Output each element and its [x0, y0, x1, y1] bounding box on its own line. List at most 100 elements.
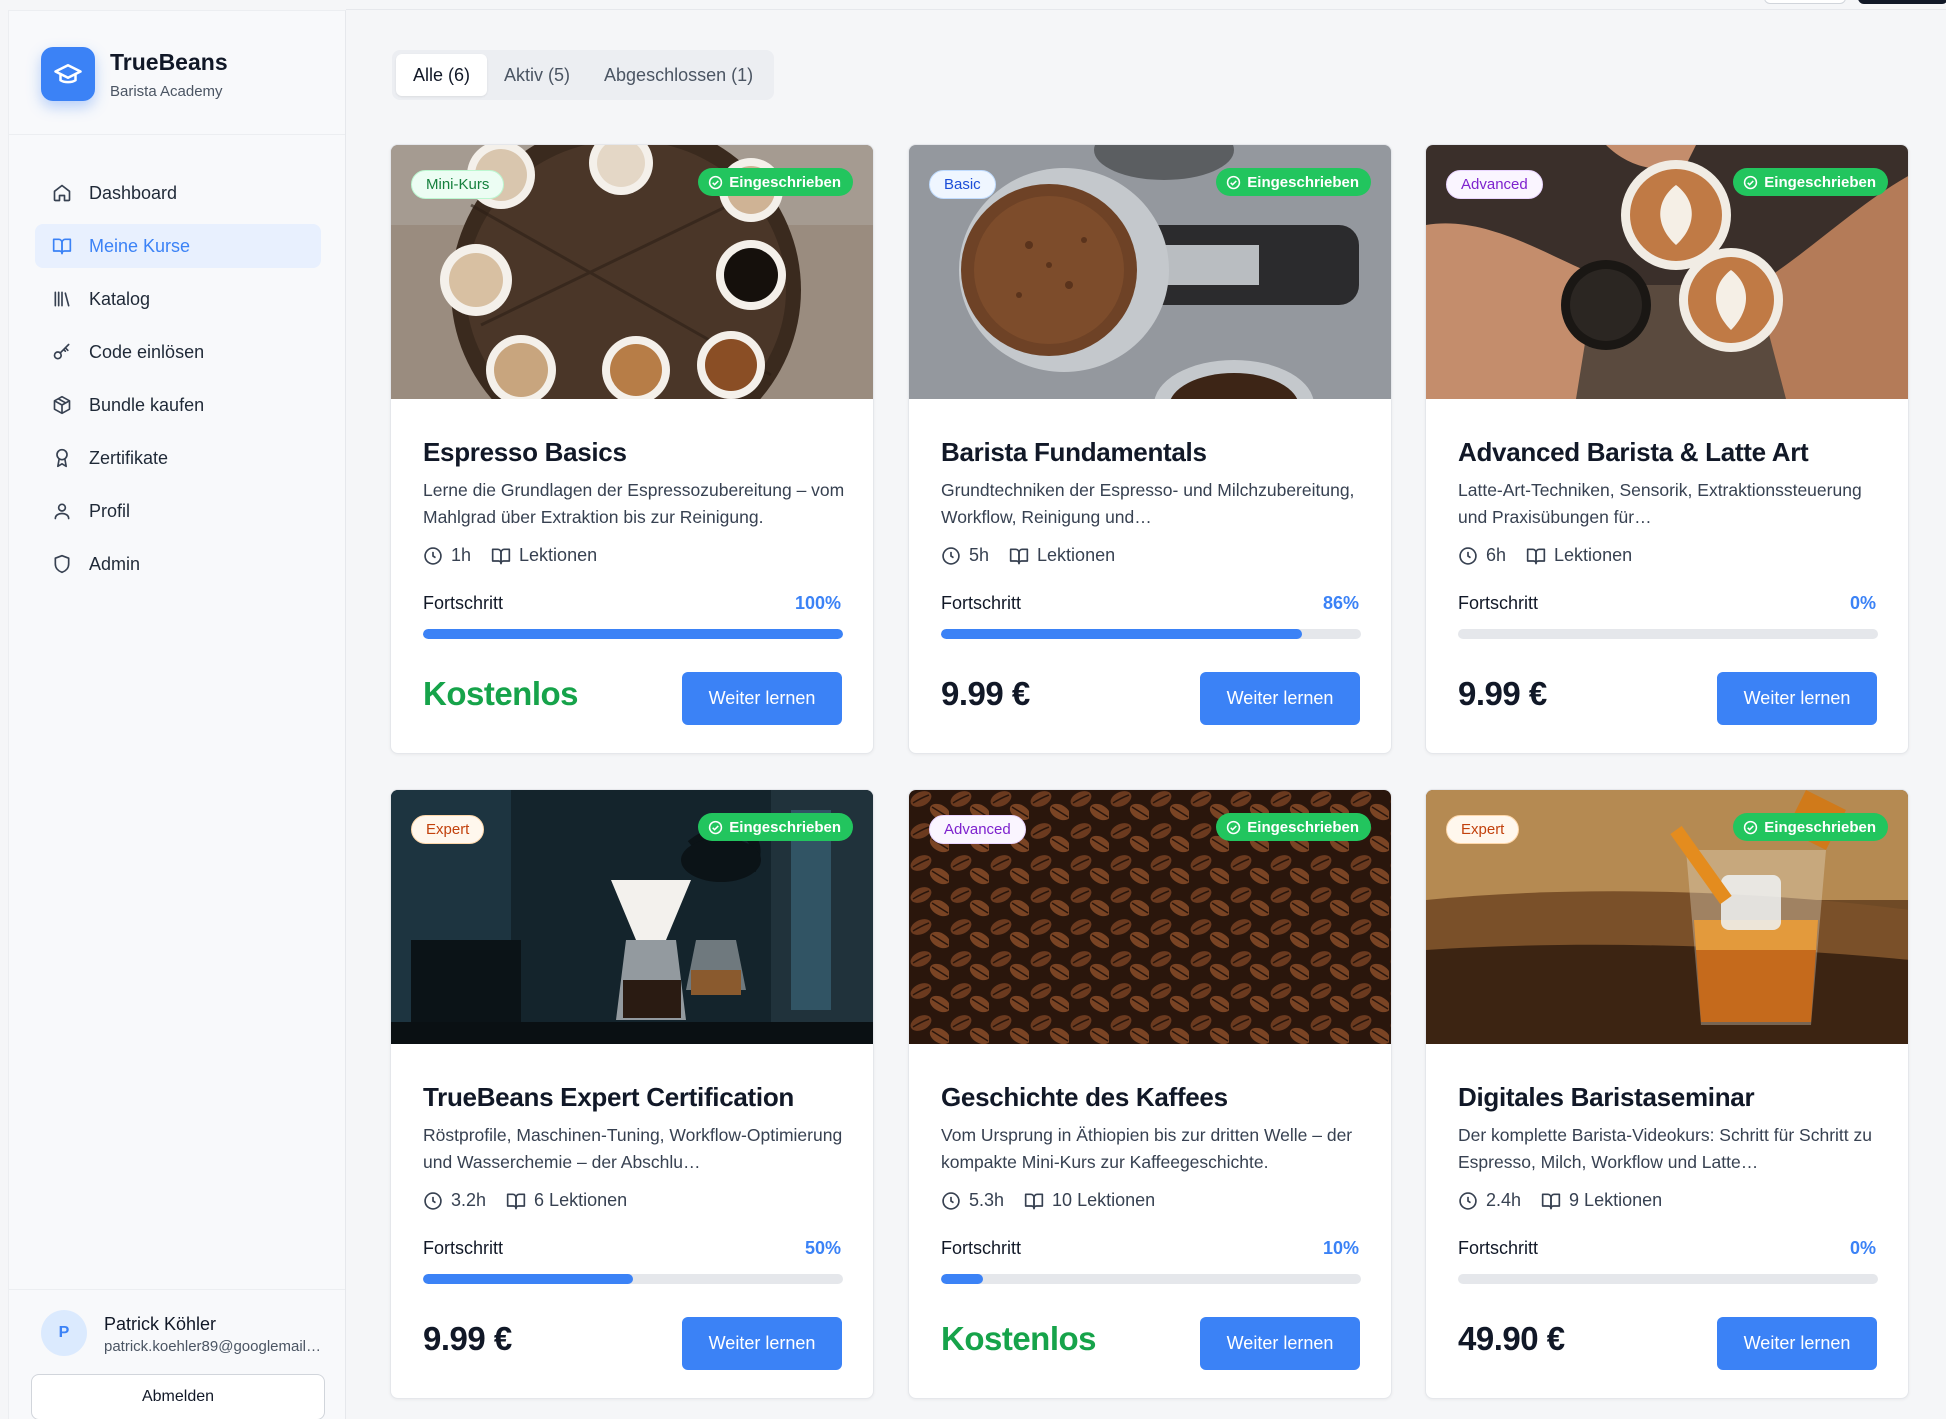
sidebar-item-admin[interactable]: Admin [35, 542, 321, 586]
book-open-icon [1024, 1193, 1044, 1209]
clock-icon [424, 1191, 442, 1210]
check-circle-icon [1744, 820, 1758, 834]
brand-header: TrueBeans Barista Academy [9, 11, 345, 135]
clock-icon [942, 546, 960, 565]
continue-learning-button[interactable]: Weiter lernen [1200, 672, 1360, 725]
tab-abgeschlossen[interactable]: Abgeschlossen (1) [587, 54, 770, 96]
level-badge: Advanced [929, 815, 1026, 844]
brand-title: TrueBeans [110, 49, 228, 75]
logout-button[interactable]: Abmelden [31, 1374, 325, 1419]
course-lessons: Lektionen [1554, 545, 1633, 565]
sidebar-item-dashboard[interactable]: Dashboard [35, 171, 321, 215]
check-circle-icon [1227, 175, 1241, 189]
course-card[interactable]: Expert Eingeschrieben TrueBeans Expert C… [390, 789, 874, 1399]
tab-alle[interactable]: Alle (6) [396, 54, 488, 96]
progress-fill [423, 629, 843, 639]
continue-learning-button[interactable]: Weiter lernen [682, 672, 842, 725]
continue-learning-button[interactable]: Weiter lernen [1200, 1317, 1360, 1370]
course-meta: 2.4h 9 Lektionen [1458, 1190, 1682, 1211]
sidebar-nav: Dashboard Meine Kurse Katalog Code einlö… [35, 171, 321, 595]
course-description: Grundtechniken der Espresso- und Milchzu… [941, 480, 1355, 527]
course-title[interactable]: Barista Fundamentals [941, 437, 1207, 468]
continue-learning-button[interactable]: Weiter lernen [1717, 672, 1877, 725]
course-price: Kostenlos [423, 675, 579, 712]
sidebar-item-meine-kurse[interactable]: Meine Kurse [35, 224, 321, 268]
enrolled-label: Eingeschrieben [1247, 173, 1359, 191]
course-description: Latte-Art-Techniken, Sensorik, Extraktio… [1458, 480, 1862, 527]
course-price: 9.99 € [1458, 675, 1547, 712]
course-lessons: Lektionen [519, 545, 598, 565]
level-badge: Mini-Kurs [411, 170, 505, 199]
sidebar-item-label: Zertifikate [89, 447, 169, 468]
user-panel: P Patrick Köhler patrick.koehler89@googl… [9, 1289, 345, 1419]
continue-learning-button[interactable]: Weiter lernen [682, 1317, 842, 1370]
progress-percent: 0% [1849, 593, 1876, 613]
enrolled-label: Eingeschrieben [1247, 818, 1359, 836]
progress-percent: 0% [1849, 1238, 1876, 1258]
enrolled-label: Eingeschrieben [729, 818, 841, 836]
progress-bar [941, 1274, 1361, 1284]
award-icon [51, 447, 73, 469]
book-open-icon [51, 235, 73, 257]
sidebar-item-bundle-kaufen[interactable]: Bundle kaufen [35, 383, 321, 427]
course-price: 49.90 € [1458, 1320, 1565, 1357]
tab-aktiv[interactable]: Aktiv (5) [487, 54, 587, 96]
sidebar-item-zertifikate[interactable]: Zertifikate [35, 436, 321, 480]
sidebar-item-profil[interactable]: Profil [35, 489, 321, 533]
book-open-icon [1526, 548, 1546, 564]
progress-label: Fortschritt [941, 593, 1022, 613]
top-button-secondary[interactable] [1764, 0, 1846, 4]
course-card[interactable]: Advanced Eingeschrieben Advanced Barista… [1425, 144, 1909, 754]
course-lessons: 10 Lektionen [1052, 1190, 1156, 1210]
book-open-icon [1009, 548, 1029, 564]
shield-icon [51, 553, 73, 575]
brand-subtitle: Barista Academy [110, 83, 223, 100]
sidebar-item-code-einloesen[interactable]: Code einlösen [35, 330, 321, 374]
course-title[interactable]: TrueBeans Expert Certification [423, 1082, 794, 1113]
progress-percent: 86% [1322, 593, 1359, 613]
progress-percent: 10% [1322, 1238, 1359, 1258]
course-lessons: 6 Lektionen [534, 1190, 628, 1210]
course-title[interactable]: Geschichte des Kaffees [941, 1082, 1228, 1113]
progress-bar [1458, 629, 1878, 639]
course-card[interactable]: Mini-Kurs Eingeschrieben Espresso Basics… [390, 144, 874, 754]
sidebar-item-label: Admin [89, 553, 141, 574]
avatar[interactable]: P [41, 1310, 87, 1356]
course-meta: 5h Lektionen [941, 545, 1135, 566]
progress-bar [423, 1274, 843, 1284]
sidebar-item-label: Meine Kurse [89, 235, 191, 256]
check-circle-icon [1744, 175, 1758, 189]
course-meta: 6h Lektionen [1458, 545, 1652, 566]
home-icon [51, 182, 73, 204]
course-duration: 3.2h [451, 1190, 487, 1210]
course-title[interactable]: Digitales Baristaseminar [1458, 1082, 1755, 1113]
course-card[interactable]: Advanced Eingeschrieben Geschichte des K… [908, 789, 1392, 1399]
progress-percent: 100% [794, 593, 841, 613]
course-duration: 2.4h [1486, 1190, 1522, 1210]
level-badge: Expert [1446, 815, 1520, 844]
course-card[interactable]: Expert Eingeschrieben Digitales Baristas… [1425, 789, 1909, 1399]
course-title[interactable]: Espresso Basics [423, 437, 627, 468]
check-circle-icon [709, 820, 723, 834]
course-duration: 5.3h [969, 1190, 1005, 1210]
progress-bar [941, 629, 1361, 639]
progress-bar [1458, 1274, 1878, 1284]
sidebar-item-label: Profil [89, 500, 131, 521]
user-email: patrick.koehler89@googlemail.com [104, 1338, 324, 1355]
key-icon [51, 341, 73, 363]
course-lessons: 9 Lektionen [1569, 1190, 1663, 1210]
course-title[interactable]: Advanced Barista & Latte Art [1458, 437, 1809, 468]
sidebar-item-katalog[interactable]: Katalog [35, 277, 321, 321]
continue-learning-button[interactable]: Weiter lernen [1717, 1317, 1877, 1370]
clock-icon [1459, 546, 1477, 565]
enrolled-label: Eingeschrieben [1764, 173, 1876, 191]
progress-label: Fortschritt [1458, 1238, 1539, 1258]
course-card[interactable]: Basic Eingeschrieben Barista Fundamental… [908, 144, 1392, 754]
sidebar: TrueBeans Barista Academy Dashboard Mein… [8, 10, 346, 1419]
enrolled-badge: Eingeschrieben [698, 168, 853, 196]
top-button-primary[interactable] [1858, 0, 1946, 4]
enrolled-label: Eingeschrieben [729, 173, 841, 191]
course-description: Vom Ursprung in Äthiopien bis zur dritte… [941, 1125, 1353, 1172]
clock-icon [1459, 1191, 1477, 1210]
course-duration: 5h [969, 545, 990, 565]
